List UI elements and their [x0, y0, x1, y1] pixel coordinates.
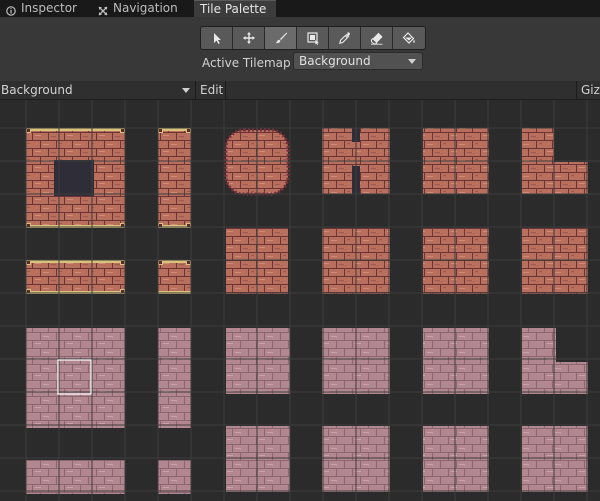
palette-value: Background: [1, 83, 73, 97]
palette-dropdown[interactable]: Background: [0, 81, 196, 100]
tool-strip: Active Tilemap Background: [0, 17, 600, 81]
tile-hole: [54, 160, 94, 196]
gizmos-button[interactable]: Gizm: [576, 81, 600, 100]
flood-fill-tool-button[interactable]: [393, 27, 425, 49]
corner-ornament-inner: [187, 261, 190, 264]
tile-pink-block: [522, 426, 588, 492]
edit-button[interactable]: Edit: [196, 81, 226, 100]
tile-brick-column: [158, 128, 191, 228]
eraser-icon: [370, 32, 383, 45]
corner-ornament-inner: [159, 129, 162, 132]
tile-cells: [26, 128, 588, 494]
tile-palette-grid[interactable]: [0, 100, 600, 501]
tile-pink-block: [226, 426, 290, 492]
brush-icon: [275, 32, 287, 44]
chevron-down-icon: [182, 88, 190, 93]
tab-navigation[interactable]: Navigation: [92, 0, 192, 17]
tab-inspector[interactable]: Inspector: [0, 0, 88, 17]
tile-pink-block: [423, 328, 489, 394]
tab-tile-palette[interactable]: Tile Palette: [194, 0, 276, 17]
tab-navigation-label: Navigation: [113, 1, 178, 15]
tile-pink-corner: [522, 328, 556, 362]
navigation-icon: [98, 4, 108, 15]
corner-ornament-inner: [159, 261, 162, 264]
move-tool-button[interactable]: [233, 27, 265, 49]
tile-pink-strip: [26, 460, 125, 494]
active-tilemap-value: Background: [299, 54, 371, 68]
palette-toolbar: Background Edit Gizm: [0, 81, 600, 100]
tile-brick-ledge: [522, 162, 588, 194]
arrow-pointer-icon: [213, 33, 221, 44]
active-tilemap-label: Active Tilemap: [202, 56, 291, 70]
paint-bucket-icon: [402, 32, 415, 44]
tile-brick-block: [423, 228, 489, 294]
tile-pink-block: [226, 328, 290, 394]
move-arrows-icon: [242, 32, 255, 44]
tile-brick-corner: [522, 128, 554, 162]
tile-pink-block: [423, 426, 489, 492]
eyedropper-icon: [338, 32, 350, 44]
tab-bar: Inspector Navigation Tile Palette: [0, 0, 600, 17]
corner-ornament-inner: [27, 261, 30, 264]
select-tool-button[interactable]: [201, 27, 233, 49]
chevron-down-icon: [408, 59, 416, 64]
erase-tool-button[interactable]: [361, 27, 393, 49]
corner-ornament-inner: [121, 129, 124, 132]
tile-brick-block: [522, 228, 588, 294]
active-tilemap-dropdown[interactable]: Background: [293, 52, 423, 70]
gizmos-label: Gizm: [581, 83, 600, 97]
tool-group: [200, 26, 426, 50]
corner-ornament-inner: [187, 129, 190, 132]
tile-brick-strip: [158, 260, 191, 294]
tile-pink-ledge: [522, 362, 588, 394]
tab-inspector-label: Inspector: [21, 1, 77, 15]
paint-tool-button[interactable]: [265, 27, 297, 49]
tile-pink-strip: [158, 460, 191, 494]
box-fill-icon: [306, 32, 319, 45]
corner-ornament-inner: [27, 129, 30, 132]
corner-ornament-inner: [121, 261, 124, 264]
edit-label: Edit: [200, 83, 224, 97]
tile-palette-canvas[interactable]: [0, 100, 600, 501]
info-icon: [6, 4, 16, 16]
picker-tool-button[interactable]: [329, 27, 361, 49]
tile-brick-strip: [26, 260, 125, 294]
tab-tile-palette-label: Tile Palette: [200, 1, 267, 16]
box-fill-tool-button[interactable]: [297, 27, 329, 49]
tile-pink-column: [158, 328, 191, 428]
tile-pink-wall: [26, 328, 125, 428]
